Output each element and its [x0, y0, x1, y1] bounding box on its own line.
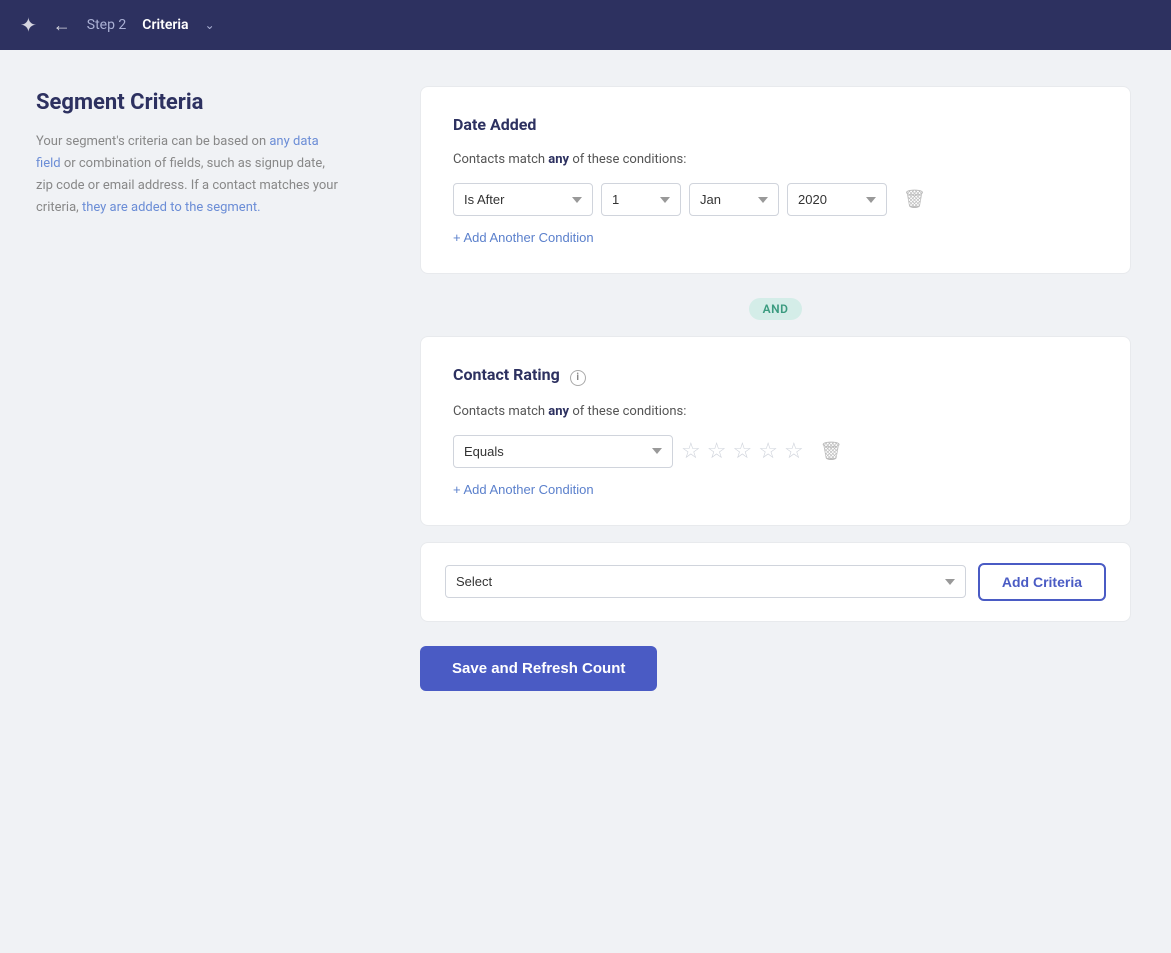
highlight-added-to-segment: they are added to the segment. — [82, 200, 261, 215]
stars-rating[interactable]: ☆ ☆ ☆ ☆ ☆ — [681, 439, 804, 464]
criteria-label: Criteria — [142, 17, 188, 33]
add-criteria-select-wrap: Select Date Added Contact Rating Email Z… — [445, 565, 966, 598]
star-1[interactable]: ☆ — [681, 439, 701, 464]
chevron-down-icon[interactable]: ⌄ — [205, 18, 215, 32]
highlight-any-data-field: any data field — [36, 134, 319, 171]
date-added-card: Date Added Contacts match any of these c… — [420, 86, 1131, 274]
date-condition-delete-button[interactable]: 🗑 — [895, 185, 934, 214]
star-5[interactable]: ☆ — [784, 439, 804, 464]
star-2[interactable]: ☆ — [707, 439, 727, 464]
main-content: Date Added Contacts match any of these c… — [380, 50, 1171, 953]
star-3[interactable]: ☆ — [732, 439, 752, 464]
date-month-select[interactable]: JanFebMarApr MayJunJulAug SepOctNovDec — [689, 183, 779, 216]
info-icon: i — [570, 370, 586, 386]
rating-match-after: of these conditions: — [569, 404, 686, 419]
sidebar-description: Your segment's criteria can be based on … — [36, 131, 344, 219]
rating-match-before: Contacts match — [453, 404, 548, 419]
match-any: any — [548, 152, 569, 167]
date-condition-row: Is After Is Before Is Equal To Is Betwee… — [453, 183, 1098, 216]
sidebar-title: Segment Criteria — [36, 90, 344, 115]
contact-rating-match-text: Contacts match any of these conditions: — [453, 404, 1098, 419]
date-day-select[interactable]: 12345 678910 1112131415 1617181920 21222… — [601, 183, 681, 216]
star-4[interactable]: ☆ — [758, 439, 778, 464]
add-criteria-select[interactable]: Select Date Added Contact Rating Email Z… — [445, 565, 966, 598]
rating-condition-row: Equals Is Greater Than Is Less Than ☆ ☆ … — [453, 435, 1098, 468]
match-after: of these conditions: — [569, 152, 686, 167]
match-before: Contacts match — [453, 152, 548, 167]
step-label: Step 2 — [87, 17, 127, 33]
save-and-refresh-button[interactable]: Save and Refresh Count — [420, 646, 657, 691]
rating-condition-delete-button[interactable]: 🗑 — [812, 437, 851, 466]
logo-icon: ✦ — [20, 13, 37, 37]
date-add-condition-button[interactable]: + Add Another Condition — [453, 230, 594, 245]
date-added-match-text: Contacts match any of these conditions: — [453, 152, 1098, 167]
rating-match-any: any — [548, 404, 569, 419]
and-separator: AND — [420, 298, 1131, 320]
date-operator-select[interactable]: Is After Is Before Is Equal To Is Betwee… — [453, 183, 593, 216]
top-navigation: ✦ ← Step 2 Criteria ⌄ — [0, 0, 1171, 50]
rating-operator-select[interactable]: Equals Is Greater Than Is Less Than — [453, 435, 673, 468]
date-year-select[interactable]: 201820192020 2021202220232024 — [787, 183, 887, 216]
and-badge: AND — [749, 298, 803, 320]
save-button-wrap: Save and Refresh Count — [420, 646, 1131, 691]
add-criteria-button[interactable]: Add Criteria — [978, 563, 1106, 601]
add-criteria-card: Select Date Added Contact Rating Email Z… — [420, 542, 1131, 622]
contact-rating-title: Contact Rating i — [453, 365, 1098, 386]
date-added-title: Date Added — [453, 115, 1098, 134]
rating-add-condition-button[interactable]: + Add Another Condition — [453, 482, 594, 497]
back-button[interactable]: ← — [53, 15, 71, 36]
sidebar: Segment Criteria Your segment's criteria… — [0, 50, 380, 953]
contact-rating-card: Contact Rating i Contacts match any of t… — [420, 336, 1131, 526]
